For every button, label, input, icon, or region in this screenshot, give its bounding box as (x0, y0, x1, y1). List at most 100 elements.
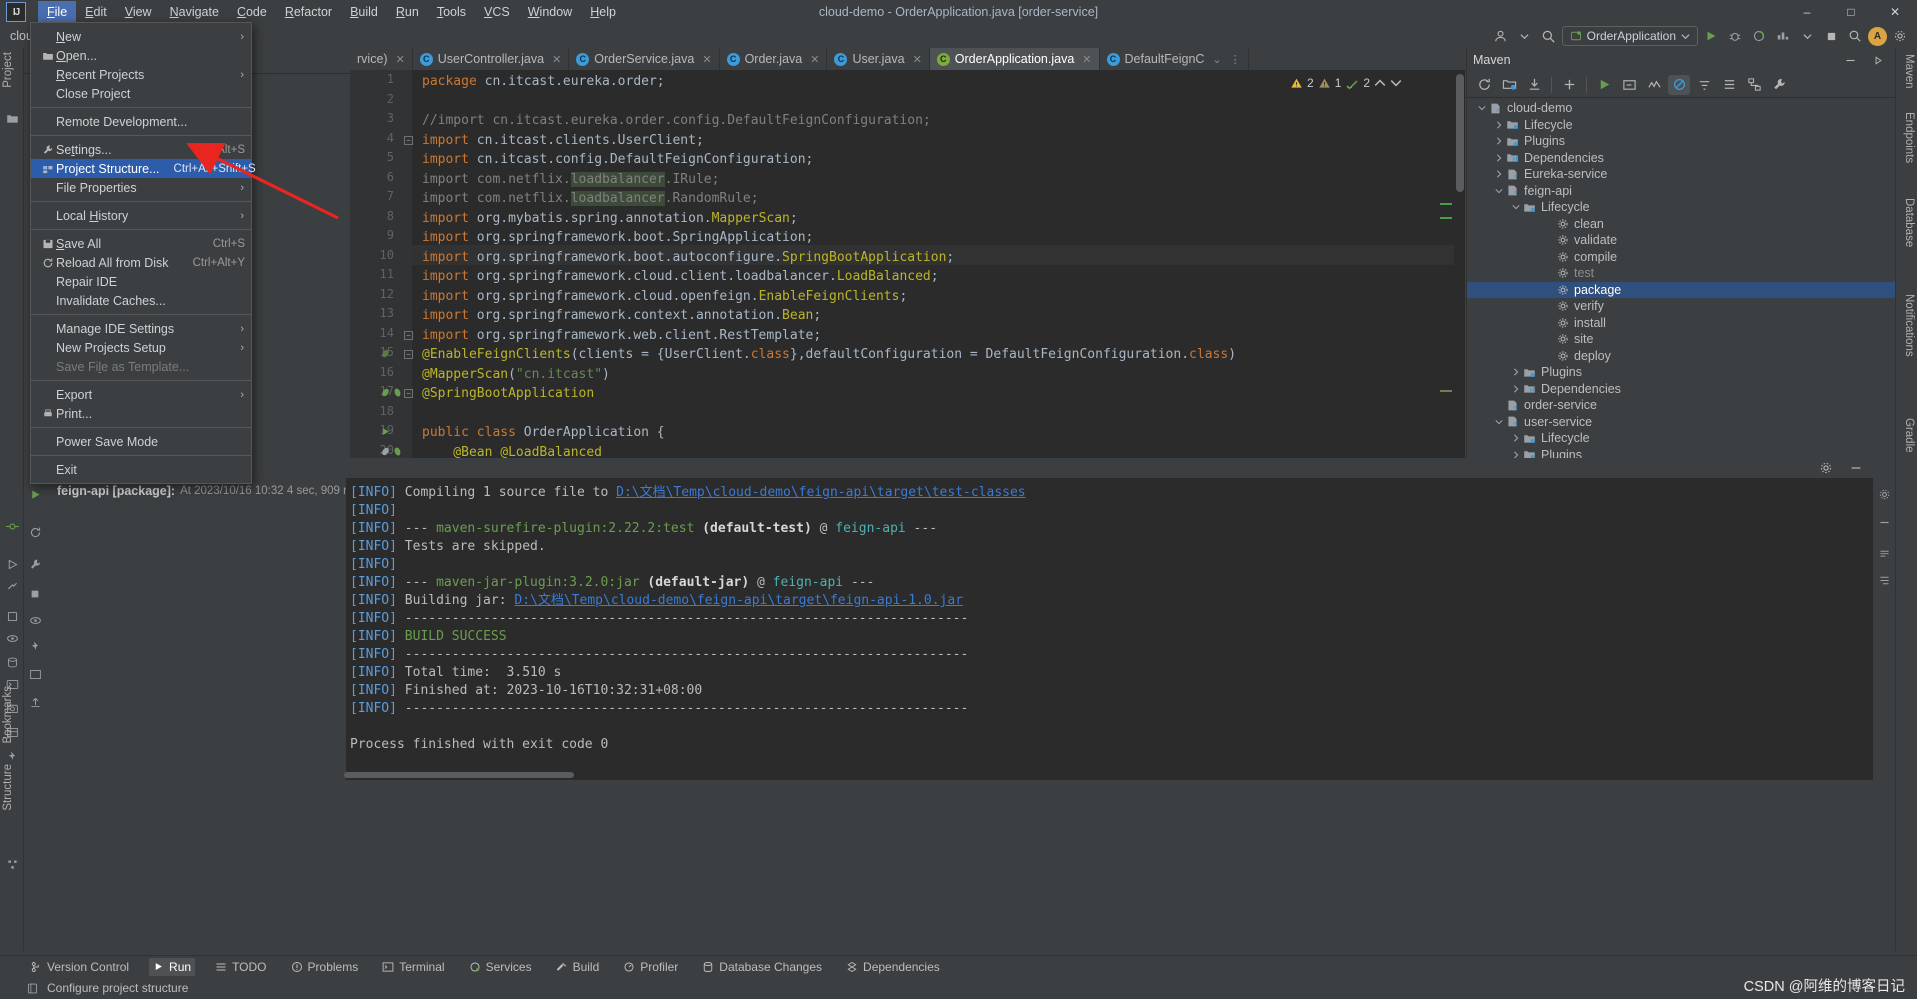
expand-chevron-icon[interactable] (1509, 368, 1523, 376)
maven-tree-item-eureka-service[interactable]: m Eureka-service (1467, 166, 1895, 183)
expand-chevron-icon[interactable] (1492, 154, 1506, 162)
menu-item-power-save-mode[interactable]: Power Save Mode (31, 432, 251, 451)
editor-code[interactable]: package cn.itcast.eureka.order; //import … (412, 70, 1465, 460)
close-icon[interactable]: ✕ (702, 53, 711, 66)
code-line[interactable]: import org.springframework.cloud.openfei… (422, 287, 907, 307)
menu-item-recent-projects[interactable]: Recent Projects › (31, 65, 251, 84)
maven-hide-icon[interactable] (1867, 50, 1889, 70)
maven-project-tree[interactable]: m cloud-demo Lifecycle Plugins Dependencies m… (1467, 100, 1895, 458)
toolwindow-button-database-changes[interactable]: Database Changes (698, 958, 826, 976)
run-console-output[interactable]: [INFO] Compiling 1 source file to D:\文档\… (346, 478, 1873, 780)
tool-tab-maven[interactable]: Maven (1903, 54, 1915, 89)
toolwindow-button-build[interactable]: Build (552, 958, 604, 976)
menu-build[interactable]: Build (341, 1, 387, 23)
folder-icon[interactable] (4, 110, 20, 126)
code-line[interactable]: import cn.itcast.config.DefaultFeignConf… (422, 150, 813, 170)
code-line[interactable]: import org.springframework.cloud.client.… (422, 267, 939, 287)
run-icon[interactable] (1700, 26, 1722, 46)
menu-item-settings[interactable]: Settings... Ctrl+Alt+S (31, 140, 251, 159)
toolwindow-button-services[interactable]: Services (465, 958, 536, 976)
menu-item-invalidate-caches[interactable]: Invalidate Caches... (31, 291, 251, 310)
expand-chevron-icon[interactable] (1492, 137, 1506, 145)
code-line[interactable]: import com.netflix.loadbalancer.IRule; (422, 170, 719, 190)
menu-item-project-structure[interactable]: Project Structure... Ctrl+Alt+Shift+S (31, 159, 256, 178)
tool-tab-structure[interactable]: Structure (2, 764, 14, 811)
menu-item-file-properties[interactable]: File Properties › (31, 178, 251, 197)
scroll-to-end-icon[interactable] (1876, 546, 1892, 562)
export-output-icon[interactable] (27, 694, 43, 710)
run-hide-icon[interactable] (1845, 458, 1867, 478)
editor-tabs[interactable]: rvice) ✕ C UserController.java ✕ C OrderServic… (350, 48, 1465, 70)
close-button[interactable]: ✕ (1873, 0, 1917, 24)
chevron-down-icon-2[interactable] (1796, 26, 1818, 46)
menu-tools[interactable]: Tools (428, 1, 475, 23)
maven-tree-item-dependencies[interactable]: Dependencies (1467, 150, 1895, 167)
maven-tree-item-deploy[interactable]: deploy (1467, 348, 1895, 365)
close-icon[interactable]: ✕ (913, 53, 922, 66)
inspection-widget[interactable]: 2 1 2 (1290, 72, 1903, 94)
menu-item-export[interactable]: Export › (31, 385, 251, 404)
expand-chevron-icon[interactable] (1492, 170, 1506, 178)
tool-tab-project[interactable]: Project (2, 52, 14, 88)
more-options-icon[interactable]: ⋮ (1230, 53, 1241, 66)
menu-view[interactable]: View (116, 1, 161, 23)
menu-item-open[interactable]: Open... (31, 46, 251, 65)
editor-scrollbar[interactable] (1454, 70, 1465, 460)
coverage-icon[interactable] (1748, 26, 1770, 46)
maven-tree-item-package[interactable]: package (1467, 281, 1895, 298)
rerun-icon[interactable] (27, 486, 43, 502)
stop-run-icon[interactable] (27, 586, 43, 602)
run-strip-icon[interactable] (4, 556, 20, 572)
toolwindow-button-todo[interactable]: TODO (211, 958, 270, 976)
close-icon[interactable]: ✕ (810, 53, 819, 66)
menu-item-print[interactable]: Print... (31, 404, 251, 423)
maven-tree-item-site[interactable]: site (1467, 331, 1895, 348)
menu-item-remote-development[interactable]: Remote Development... (31, 112, 251, 131)
code-line[interactable]: import org.springframework.web.client.Re… (422, 326, 821, 346)
menu-refactor[interactable]: Refactor (276, 1, 341, 23)
menu-window[interactable]: Window (519, 1, 581, 23)
toolwindow-button-terminal[interactable]: Terminal (378, 958, 448, 976)
preview-icon[interactable] (4, 630, 20, 646)
code-line[interactable]: import org.springframework.context.annot… (422, 306, 821, 326)
commit-icon[interactable] (4, 518, 20, 534)
code-editor[interactable]: 12345678910111213141516171819202124−−−−+… (350, 70, 1465, 460)
console-hscrollbar-thumb[interactable] (344, 772, 574, 778)
menu-navigate[interactable]: Navigate (161, 1, 228, 23)
code-line[interactable]: import org.springframework.boot.autoconf… (422, 248, 954, 268)
toolwindow-button-profiler[interactable]: Profiler (619, 958, 682, 976)
editor-tab-usercontroller-java[interactable]: C UserController.java ✕ (413, 48, 570, 70)
gutter-run-marker[interactable] (380, 426, 391, 437)
close-icon[interactable]: ✕ (396, 53, 405, 66)
editor-tab-rvice[interactable]: rvice) ✕ (350, 48, 413, 70)
pin-tab-icon[interactable] (27, 638, 43, 654)
maven-tree-item-order-service[interactable]: m order-service (1467, 397, 1895, 414)
menu-item-save-all[interactable]: Save All Ctrl+S (31, 234, 251, 253)
maven-tree-item-plugins[interactable]: Plugins (1467, 133, 1895, 150)
tool-tab-bookmarks[interactable]: Bookmarks (2, 686, 14, 744)
menu-item-exit[interactable]: Exit (31, 460, 251, 479)
expand-chevron-icon[interactable] (1492, 121, 1506, 129)
structure-icon[interactable] (4, 856, 20, 872)
run-configuration-selector[interactable]: OrderApplication (1561, 26, 1698, 46)
search-icon[interactable] (1844, 26, 1866, 46)
run-tree-panel[interactable]: feign-api [package]: At 2023/10/16 10:32… (46, 478, 358, 780)
expand-chevron-icon[interactable] (1492, 187, 1506, 195)
code-line[interactable]: //import cn.itcast.eureka.order.config.D… (422, 111, 931, 131)
code-line[interactable]: import org.springframework.boot.SpringAp… (422, 228, 813, 248)
tool-tab-endpoints[interactable]: Endpoints (1903, 112, 1915, 163)
menu-item-reload-all-from-disk[interactable]: Reload All from Disk Ctrl+Alt+Y (31, 253, 251, 272)
file-menu-popup[interactable]: New › Open... Recent Projects › Close Project… (30, 22, 256, 484)
menu-run[interactable]: Run (387, 1, 428, 23)
editor-tab-user-java[interactable]: C User.java ✕ (827, 48, 930, 70)
code-line[interactable]: @SpringBootApplication (422, 384, 594, 404)
rerun-failed-icon[interactable] (27, 524, 43, 540)
expand-chevron-icon[interactable] (1475, 104, 1489, 112)
maven-tree-item-cloud-demo[interactable]: m cloud-demo (1467, 100, 1895, 117)
code-line[interactable]: @MapperScan("cn.itcast") (422, 365, 610, 385)
console-settings-icon[interactable] (1876, 486, 1892, 502)
menu-item-new[interactable]: New › (31, 27, 251, 46)
menu-item-close-project[interactable]: Close Project (31, 84, 251, 103)
code-line[interactable]: @EnableFeignClients(clients = {UserClien… (422, 345, 1236, 365)
menu-item-new-projects-setup[interactable]: New Projects Setup › (31, 338, 251, 357)
